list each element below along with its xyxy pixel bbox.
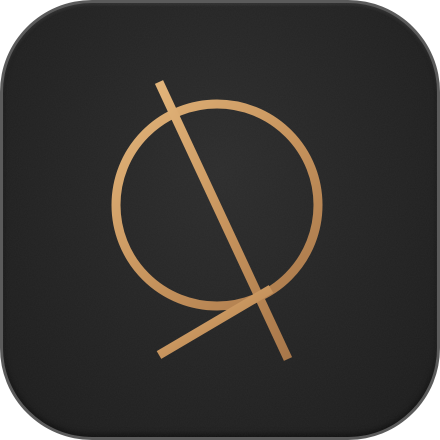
- globe-logo-icon: [111, 80, 323, 364]
- app-icon-background: [3, 3, 437, 437]
- app-icon[interactable]: [0, 0, 440, 440]
